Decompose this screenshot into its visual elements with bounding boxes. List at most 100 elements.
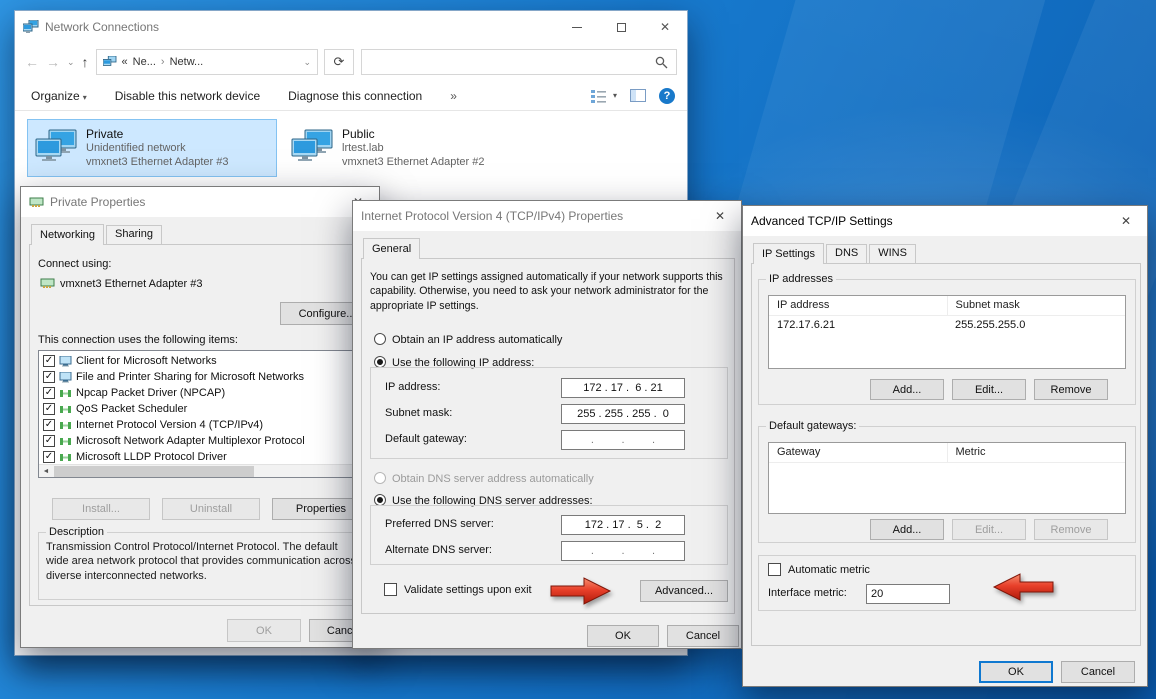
- obtain-ip-label[interactable]: Obtain an IP address automatically: [392, 334, 562, 346]
- ip-edit-button[interactable]: Edit...: [952, 379, 1026, 400]
- item-label: Microsoft LLDP Protocol Driver: [76, 451, 227, 463]
- listview-header: IP address Subnet mask: [769, 296, 1125, 316]
- obtain-dns-radio[interactable]: [374, 472, 386, 484]
- ip-add-button[interactable]: Add...: [870, 379, 944, 400]
- gateway-column[interactable]: Gateway: [769, 443, 948, 462]
- subnet-mask-field[interactable]: 255 . 255 . 255 . 0: [561, 404, 685, 424]
- subnet-mask-column[interactable]: Subnet mask: [948, 296, 1126, 315]
- address-dropdown-icon[interactable]: ⌄: [303, 57, 311, 68]
- uninstall-button[interactable]: Uninstall: [162, 498, 260, 520]
- item-checkbox[interactable]: ✓: [43, 451, 55, 463]
- explorer-titlebar[interactable]: Network Connections ✕: [15, 11, 687, 43]
- breadcrumb-collapse-icon[interactable]: «: [122, 56, 128, 68]
- preview-pane-icon[interactable]: [630, 89, 646, 102]
- up-button[interactable]: ↑: [82, 54, 89, 70]
- horizontal-scrollbar[interactable]: ◄ ►: [39, 464, 365, 477]
- preferred-dns-field[interactable]: 172 . 17 . 5 . 2: [561, 515, 685, 535]
- list-item[interactable]: ✓ QoS Packet Scheduler: [41, 401, 363, 417]
- default-gateway-field[interactable]: . . .: [561, 430, 685, 450]
- obtain-ip-radio[interactable]: [374, 333, 386, 345]
- maximize-button[interactable]: [599, 11, 643, 43]
- dialog-titlebar[interactable]: Private Properties: [21, 187, 379, 217]
- validate-label[interactable]: Validate settings upon exit: [404, 584, 532, 596]
- close-button[interactable]: ✕: [643, 11, 687, 43]
- advanced-button[interactable]: Advanced...: [640, 580, 728, 602]
- ip-remove-button[interactable]: Remove: [1034, 379, 1108, 400]
- dialog-titlebar[interactable]: Internet Protocol Version 4 (TCP/IPv4) P…: [353, 201, 741, 231]
- install-button[interactable]: Install...: [52, 498, 150, 520]
- tab-dns[interactable]: DNS: [826, 244, 867, 263]
- dialog-titlebar[interactable]: Advanced TCP/IP Settings: [743, 206, 1147, 236]
- refresh-button[interactable]: ⟳: [324, 49, 354, 75]
- gateway-add-button[interactable]: Add...: [870, 519, 944, 540]
- item-checkbox[interactable]: ✓: [43, 355, 55, 367]
- gateway-remove-button[interactable]: Remove: [1034, 519, 1108, 540]
- ip-addresses-listview[interactable]: IP address Subnet mask 172.17.6.21 255.2…: [768, 295, 1126, 369]
- tab-networking[interactable]: Networking: [31, 224, 104, 245]
- diagnose-connection-button[interactable]: Diagnose this connection: [288, 89, 422, 103]
- disable-device-button[interactable]: Disable this network device: [115, 89, 260, 103]
- explorer-command-bar: Organize▾ Disable this network device Di…: [15, 81, 687, 111]
- ip-address-column[interactable]: IP address: [769, 296, 948, 315]
- alternate-dns-field[interactable]: . . .: [561, 541, 685, 561]
- metric-column[interactable]: Metric: [948, 443, 1126, 462]
- forward-button[interactable]: →: [46, 54, 60, 70]
- item-checkbox[interactable]: ✓: [43, 403, 55, 415]
- item-checkbox[interactable]: ✓: [43, 371, 55, 383]
- close-button[interactable]: ✕: [1105, 206, 1147, 236]
- ip-address-row[interactable]: 172.17.6.21 255.255.255.0: [769, 316, 1125, 334]
- list-item[interactable]: ✓ Client for Microsoft Networks: [41, 353, 363, 369]
- automatic-metric-label[interactable]: Automatic metric: [788, 564, 870, 576]
- check-icon: ✓: [45, 372, 53, 382]
- tab-sharing[interactable]: Sharing: [106, 225, 162, 244]
- ok-button[interactable]: OK: [227, 619, 301, 642]
- tab-wins[interactable]: WINS: [869, 244, 916, 263]
- list-item[interactable]: ✓ Microsoft LLDP Protocol Driver: [41, 449, 363, 465]
- description-text: Transmission Control Protocol/Internet P…: [46, 540, 362, 583]
- connection-items-list[interactable]: ✓ Client for Microsoft Networks ✓ File a…: [38, 350, 366, 478]
- minimize-button[interactable]: [555, 11, 599, 43]
- automatic-metric-checkbox[interactable]: [768, 563, 781, 576]
- item-checkbox[interactable]: ✓: [43, 419, 55, 431]
- help-button[interactable]: ?: [659, 88, 675, 104]
- tab-general[interactable]: General: [363, 238, 420, 259]
- help-icon: ?: [664, 90, 671, 102]
- validate-checkbox[interactable]: [384, 583, 397, 596]
- history-chevron-icon[interactable]: ⌄: [67, 57, 75, 68]
- close-button[interactable]: ✕: [699, 201, 741, 231]
- check-icon: ✓: [45, 356, 53, 366]
- item-checkbox[interactable]: ✓: [43, 435, 55, 447]
- list-item[interactable]: ✓ Npcap Packet Driver (NPCAP): [41, 385, 363, 401]
- check-icon: ✓: [45, 404, 53, 414]
- gateways-listview[interactable]: Gateway Metric: [768, 442, 1126, 514]
- check-icon: ✓: [45, 436, 53, 446]
- ok-button[interactable]: OK: [587, 625, 659, 647]
- cancel-button[interactable]: Cancel: [1061, 661, 1135, 683]
- connection-tile-public[interactable]: Public lrtest.lab vmxnet3 Ethernet Adapt…: [283, 119, 533, 177]
- breadcrumb-root[interactable]: Ne...: [133, 56, 156, 68]
- gateway-edit-button[interactable]: Edit...: [952, 519, 1026, 540]
- toolbar-overflow-icon[interactable]: »: [450, 89, 457, 103]
- list-item[interactable]: ✓ File and Printer Sharing for Microsoft…: [41, 369, 363, 385]
- network-connections-icon: [23, 20, 39, 34]
- organize-menu[interactable]: Organize▾: [31, 89, 87, 103]
- scroll-left-icon[interactable]: ◄: [39, 465, 53, 478]
- list-item[interactable]: ✓ Internet Protocol Version 4 (TCP/IPv4): [41, 417, 363, 433]
- item-checkbox[interactable]: ✓: [43, 387, 55, 399]
- ok-button[interactable]: OK: [979, 661, 1053, 683]
- cancel-button[interactable]: Cancel: [667, 625, 739, 647]
- annotation-arrow-advanced: [550, 577, 612, 605]
- tab-ip-settings[interactable]: IP Settings: [753, 243, 824, 264]
- scrollbar-thumb[interactable]: [54, 466, 254, 477]
- private-properties-dialog: Private Properties ✕ Networking Sharing …: [20, 186, 380, 648]
- list-item[interactable]: ✓ Microsoft Network Adapter Multiplexor …: [41, 433, 363, 449]
- interface-metric-input[interactable]: 20: [866, 584, 950, 604]
- search-input[interactable]: [361, 49, 677, 75]
- connection-tile-private[interactable]: Private Unidentified network vmxnet3 Eth…: [27, 119, 277, 177]
- address-bar[interactable]: « Ne... › Netw... ⌄: [96, 49, 318, 75]
- back-button[interactable]: ←: [25, 54, 39, 70]
- view-mode-button[interactable]: ▾: [591, 89, 617, 103]
- ip-address-field[interactable]: 172 . 17 . 6 . 21: [561, 378, 685, 398]
- close-icon: ✕: [715, 209, 725, 223]
- breadcrumb-current[interactable]: Netw...: [170, 56, 204, 68]
